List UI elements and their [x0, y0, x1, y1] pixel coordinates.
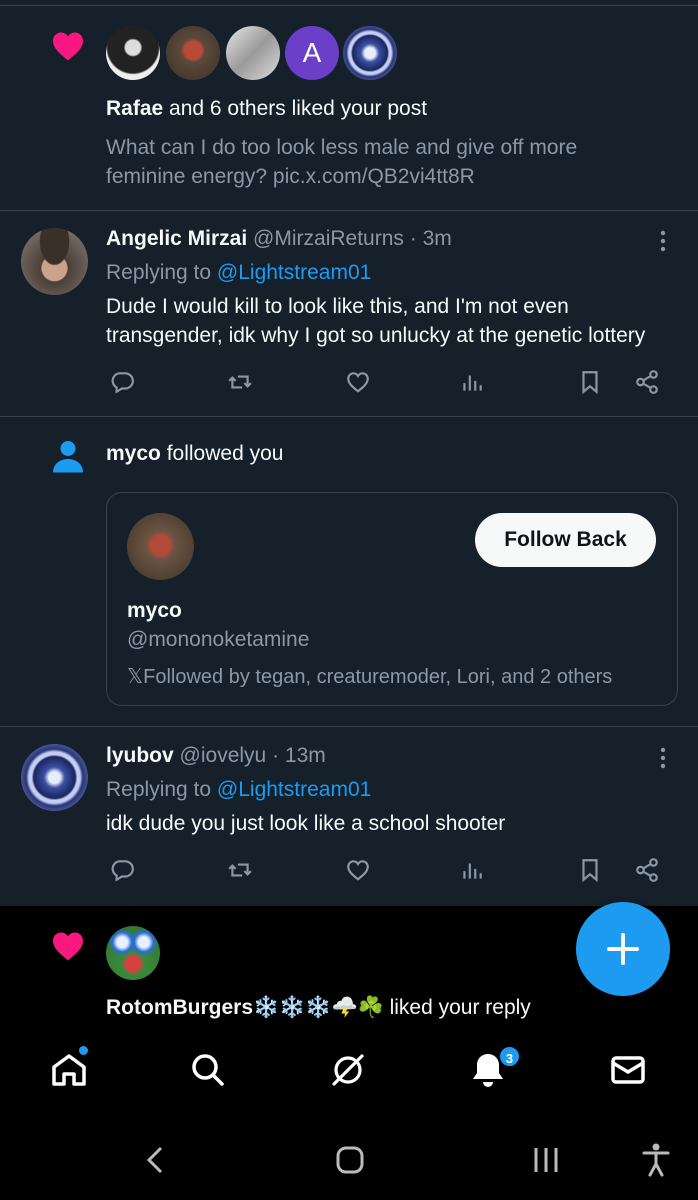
follower-name[interactable]: myco [106, 442, 161, 465]
post-preview-line[interactable]: What can I do too look less male and giv… [106, 135, 577, 161]
author-name[interactable]: Angelic Mirzai [106, 227, 247, 250]
retweet-icon[interactable] [224, 854, 256, 886]
author-handle[interactable]: @MirzaiReturns [253, 227, 404, 250]
home-unread-dot [78, 1045, 89, 1056]
author-name[interactable]: lyubov [106, 744, 174, 767]
reply-icon[interactable] [106, 366, 138, 398]
compose-button[interactable] [576, 902, 670, 996]
x-logo-icon: 𝕏 [127, 666, 144, 688]
divider [0, 5, 698, 6]
divider [0, 416, 698, 417]
follow-back-button[interactable]: Follow Back [475, 513, 656, 567]
mention-link[interactable]: @Lightstream01 [217, 778, 371, 801]
avatar[interactable] [21, 744, 88, 811]
mention-link[interactable]: @Lightstream01 [217, 261, 371, 284]
notifications-badge: 3 [498, 1045, 521, 1068]
avatar-letter: A [302, 37, 322, 68]
notifications-feed: A Rafae and 6 others liked your post Wha… [0, 0, 698, 1022]
plus-icon [607, 933, 639, 965]
person-icon [50, 438, 86, 474]
system-navigation-bar [0, 1118, 698, 1200]
replying-to: Replying to @Lightstream01 [106, 777, 371, 803]
accessibility-icon[interactable] [636, 1140, 676, 1180]
views-icon[interactable] [456, 854, 488, 886]
like-suffix: liked your reply [383, 996, 531, 1019]
grok-icon[interactable] [328, 1050, 368, 1090]
messages-icon[interactable] [608, 1050, 648, 1090]
back-icon[interactable] [136, 1140, 176, 1180]
share-icon[interactable] [631, 366, 663, 398]
like-icon[interactable] [342, 366, 374, 398]
recents-icon[interactable] [526, 1140, 566, 1180]
liker-name[interactable]: Rafae [106, 97, 163, 120]
like-suffix: and 6 others liked your post [163, 97, 428, 120]
reply-header: Angelic Mirzai @MirzaiReturns · 3m [106, 226, 452, 252]
heart-icon [50, 28, 86, 64]
search-icon[interactable] [188, 1050, 228, 1090]
reply-text-line[interactable]: idk dude you just look like a school sho… [106, 811, 505, 837]
divider [0, 726, 698, 727]
avatar[interactable] [127, 513, 194, 580]
timestamp: · 13m [272, 744, 326, 767]
post-preview-line[interactable]: feminine energy? pic.x.com/QB2vi4tt8R [106, 164, 475, 190]
avatar[interactable] [343, 26, 397, 80]
liker-name[interactable]: RotomBurgers❄️❄️❄️🌩️☘️ [106, 996, 384, 1019]
follow-summary: myco followed you [106, 441, 283, 467]
views-icon[interactable] [456, 366, 488, 398]
tweet-actions [106, 366, 666, 398]
avatar[interactable] [166, 26, 220, 80]
avatar[interactable] [106, 926, 160, 980]
replying-to: Replying to @Lightstream01 [106, 260, 371, 286]
avatar[interactable] [106, 26, 160, 80]
reply-text-line[interactable]: Dude I would kill to look like this, and… [106, 294, 569, 320]
like-summary: RotomBurgers❄️❄️❄️🌩️☘️ liked your reply [106, 995, 531, 1021]
retweet-icon[interactable] [224, 366, 256, 398]
avatar[interactable]: A [285, 26, 339, 80]
home-icon[interactable] [49, 1050, 89, 1090]
like-summary: Rafae and 6 others liked your post [106, 96, 427, 122]
followed-by-text: Followed by tegan, creaturemoder, Lori, … [143, 666, 613, 688]
replying-prefix: Replying to [106, 778, 212, 801]
tweet-actions [106, 854, 666, 886]
share-icon[interactable] [631, 854, 663, 886]
more-options-icon[interactable] [653, 229, 673, 253]
reply-header: lyubov @iovelyu · 13m [106, 743, 326, 769]
bookmark-icon[interactable] [574, 366, 606, 398]
reply-icon[interactable] [106, 854, 138, 886]
reply-text-line[interactable]: transgender, idk why I got so unlucky at… [106, 323, 645, 349]
more-options-icon[interactable] [653, 746, 673, 770]
bookmark-icon[interactable] [574, 854, 606, 886]
avatar[interactable] [226, 26, 280, 80]
bottom-tab-bar [0, 1022, 698, 1118]
like-icon[interactable] [342, 854, 374, 886]
follow-suffix: followed you [160, 442, 284, 465]
heart-icon [50, 928, 86, 964]
avatar[interactable] [21, 228, 88, 295]
followed-by: 𝕏Followed by tegan, creaturemoder, Lori,… [127, 664, 612, 690]
divider [0, 210, 698, 211]
timestamp: · 3m [409, 227, 452, 250]
card-handle[interactable]: @mononoketamine [127, 627, 309, 653]
replying-prefix: Replying to [106, 261, 212, 284]
author-handle[interactable]: @iovelyu [180, 744, 267, 767]
home-button-icon[interactable] [330, 1140, 370, 1180]
card-name[interactable]: myco [127, 598, 182, 624]
